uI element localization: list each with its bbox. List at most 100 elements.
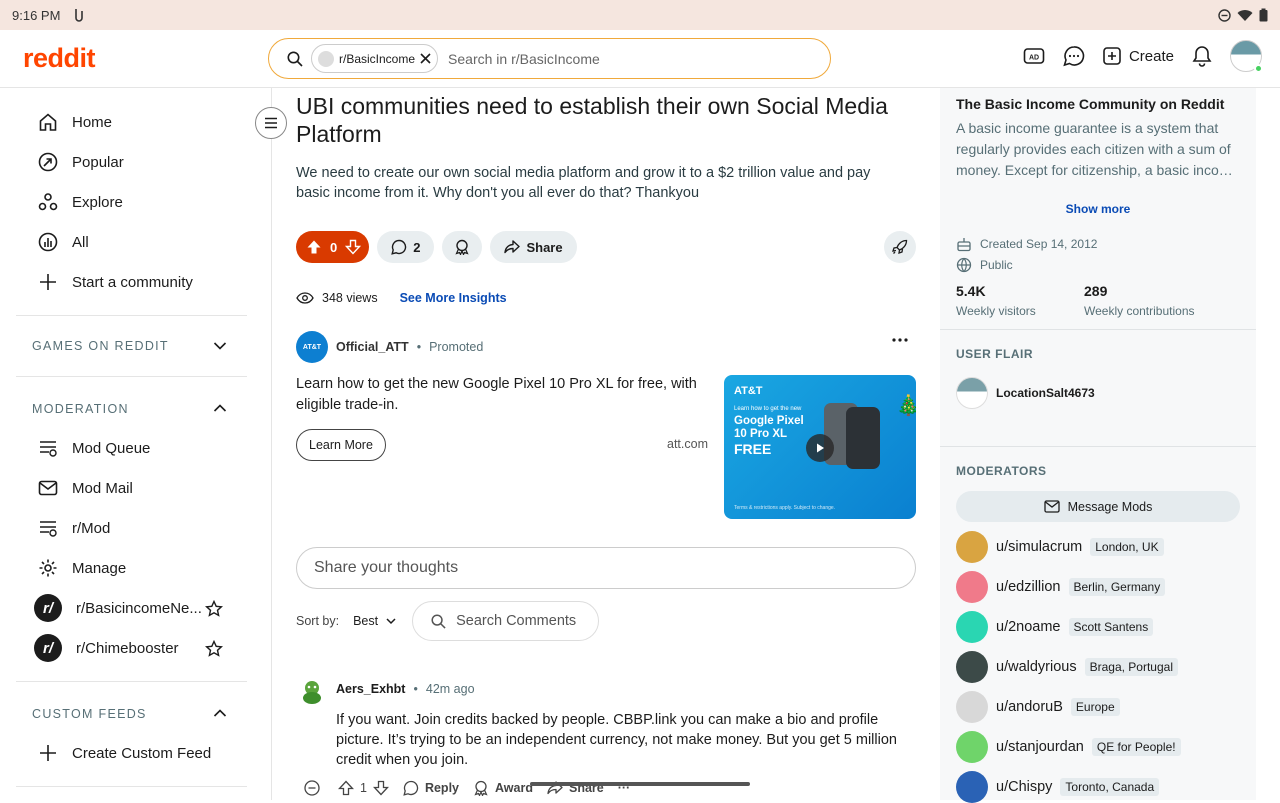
star-icon[interactable] <box>205 600 223 618</box>
ad-image-free: FREE <box>734 441 772 457</box>
downvote-icon[interactable] <box>345 239 362 255</box>
sidebar-item-basicincomenews[interactable]: r/ r/BasicincomeNe... <box>34 594 202 622</box>
moderator-row[interactable]: u/simulacrum London, UK <box>956 531 1164 563</box>
share-icon <box>504 239 521 255</box>
moderator-name: u/stanjourdan <box>996 739 1084 755</box>
cake-icon <box>956 236 972 252</box>
ad-image-brand: AT&T <box>734 385 763 397</box>
visibility-row: Public <box>956 257 1013 273</box>
custom-feeds-section-heading[interactable]: CUSTOM FEEDS <box>32 707 147 721</box>
chevron-up-icon[interactable] <box>213 403 227 413</box>
learn-more-button[interactable]: Learn More <box>296 429 386 461</box>
left-sidebar: Home Popular Explore All Start a communi… <box>0 88 287 800</box>
ad-video-thumbnail[interactable]: AT&T Learn how to get the new Google Pix… <box>724 375 916 519</box>
sidebar-item-label: Popular <box>72 153 124 171</box>
sidebar-item-r-mod[interactable]: r/Mod <box>38 518 110 538</box>
comment-time: 42m ago <box>425 682 475 696</box>
advertiser-avatar[interactable]: AT&T <box>296 331 328 363</box>
view-count: 348 views <box>322 291 378 305</box>
moderator-row[interactable]: u/andoruB Europe <box>956 691 1120 723</box>
upvote-icon[interactable] <box>306 239 322 255</box>
moderator-flair: Scott Santens <box>1068 618 1154 636</box>
sidebar-item-chimebooster[interactable]: r/ r/Chimebooster <box>34 634 179 662</box>
award-button[interactable] <box>442 231 483 263</box>
community-sidebar: The Basic Income Community on Reddit A b… <box>940 88 1256 803</box>
search-bar[interactable]: r/BasicIncome <box>268 38 831 79</box>
close-icon[interactable] <box>420 53 431 64</box>
chevron-up-icon[interactable] <box>213 708 227 718</box>
comment-body: If you want. Join credits backed by peop… <box>336 712 897 768</box>
see-more-insights-link[interactable]: See More Insights <box>400 291 507 305</box>
ads-icon[interactable]: AD <box>1023 46 1045 66</box>
sidebar-item-label: r/Mod <box>72 519 111 537</box>
sort-row: Sort by: Best Search Comments <box>296 601 600 641</box>
reddit-logo[interactable]: reddit <box>23 43 96 74</box>
moderation-section-heading[interactable]: MODERATION <box>32 402 129 416</box>
promoted-label: Promoted <box>429 340 484 354</box>
search-input[interactable] <box>448 50 799 67</box>
moderator-row[interactable]: u/stanjourdan QE for People! <box>956 731 1181 763</box>
comments-button[interactable]: 2 <box>377 231 435 263</box>
commenter-avatar[interactable] <box>296 673 328 705</box>
sidebar-item-start-community[interactable]: Start a community <box>38 272 193 292</box>
sidebar-item-popular[interactable]: Popular <box>38 152 124 172</box>
divider <box>940 446 1256 447</box>
show-more-button[interactable]: Show more <box>956 202 1240 216</box>
sidebar-item-home[interactable]: Home <box>38 112 112 132</box>
plus-icon <box>38 272 58 292</box>
flair-username: LocationSalt4673 <box>996 386 1095 400</box>
bell-icon[interactable] <box>1192 45 1212 67</box>
comment-author[interactable]: Aers_Exhbt <box>336 682 405 696</box>
vote-control: 0 <box>296 231 370 263</box>
user-avatar[interactable] <box>1230 40 1263 73</box>
sidebar-item-mod-queue[interactable]: Mod Queue <box>38 438 150 458</box>
moderator-name: u/waldyrious <box>996 659 1077 675</box>
moderator-flair: QE for People! <box>1091 738 1181 756</box>
comment-input[interactable]: Share your thoughts <box>296 547 916 589</box>
search-comments-button[interactable]: Search Comments <box>412 601 600 641</box>
gesture-bar[interactable] <box>530 782 750 786</box>
tree-icon: 🎄 <box>896 395 916 417</box>
star-icon[interactable] <box>205 640 223 658</box>
sidebar-item-mod-mail[interactable]: Mod Mail <box>38 478 133 498</box>
play-icon[interactable] <box>806 434 834 462</box>
plus-box-icon <box>1103 47 1121 65</box>
more-options-icon[interactable] <box>892 338 908 342</box>
ad-domain[interactable]: att.com <box>667 437 708 451</box>
moderator-row[interactable]: u/Chispy Toronto, Canada <box>956 771 1160 803</box>
comment-icon <box>391 239 407 255</box>
message-mods-button[interactable]: Message Mods <box>956 491 1240 522</box>
collapse-thread-icon[interactable] <box>304 780 320 796</box>
moderator-row[interactable]: u/waldyrious Braga, Portugal <box>956 651 1178 683</box>
subreddit-search-chip[interactable]: r/BasicIncome <box>311 44 439 73</box>
sidebar-item-manage[interactable]: Manage <box>38 558 126 578</box>
moderator-row[interactable]: u/edzillion Berlin, Germany <box>956 571 1166 603</box>
post-actions: 0 2 Share <box>296 231 577 263</box>
moderator-row[interactable]: u/2noame Scott Santens <box>956 611 1154 643</box>
moderators-heading: MODERATORS <box>956 464 1047 478</box>
collapse-sidebar-button[interactable] <box>255 107 287 139</box>
chat-icon[interactable] <box>1063 45 1085 67</box>
sidebar-item-all[interactable]: All <box>38 232 89 252</box>
explore-icon <box>38 192 58 212</box>
reply-label: Reply <box>424 781 459 795</box>
reply-button[interactable]: Reply <box>403 780 459 796</box>
award-button[interactable]: Award <box>473 780 533 796</box>
upvote-icon[interactable] <box>338 780 354 796</box>
downvote-icon[interactable] <box>372 780 389 796</box>
share-button[interactable]: Share <box>490 231 577 263</box>
chevron-down-icon[interactable] <box>213 341 227 351</box>
advertiser-name[interactable]: Official_ATT <box>336 340 409 354</box>
post-title: UBI communities need to establish their … <box>296 93 888 147</box>
divider <box>16 786 247 787</box>
comment-icon <box>403 780 419 796</box>
create-button[interactable]: Create <box>1103 47 1174 65</box>
search-comments-label: Search Comments <box>456 613 577 629</box>
user-flair[interactable]: LocationSalt4673 <box>956 377 1095 409</box>
sidebar-item-explore[interactable]: Explore <box>38 192 123 212</box>
boost-button[interactable] <box>884 231 916 263</box>
sort-dropdown[interactable]: Best <box>353 614 396 628</box>
games-section-heading[interactable]: GAMES ON REDDIT <box>32 339 169 353</box>
sidebar-item-create-custom-feed[interactable]: Create Custom Feed <box>38 743 211 763</box>
home-icon <box>38 112 58 132</box>
